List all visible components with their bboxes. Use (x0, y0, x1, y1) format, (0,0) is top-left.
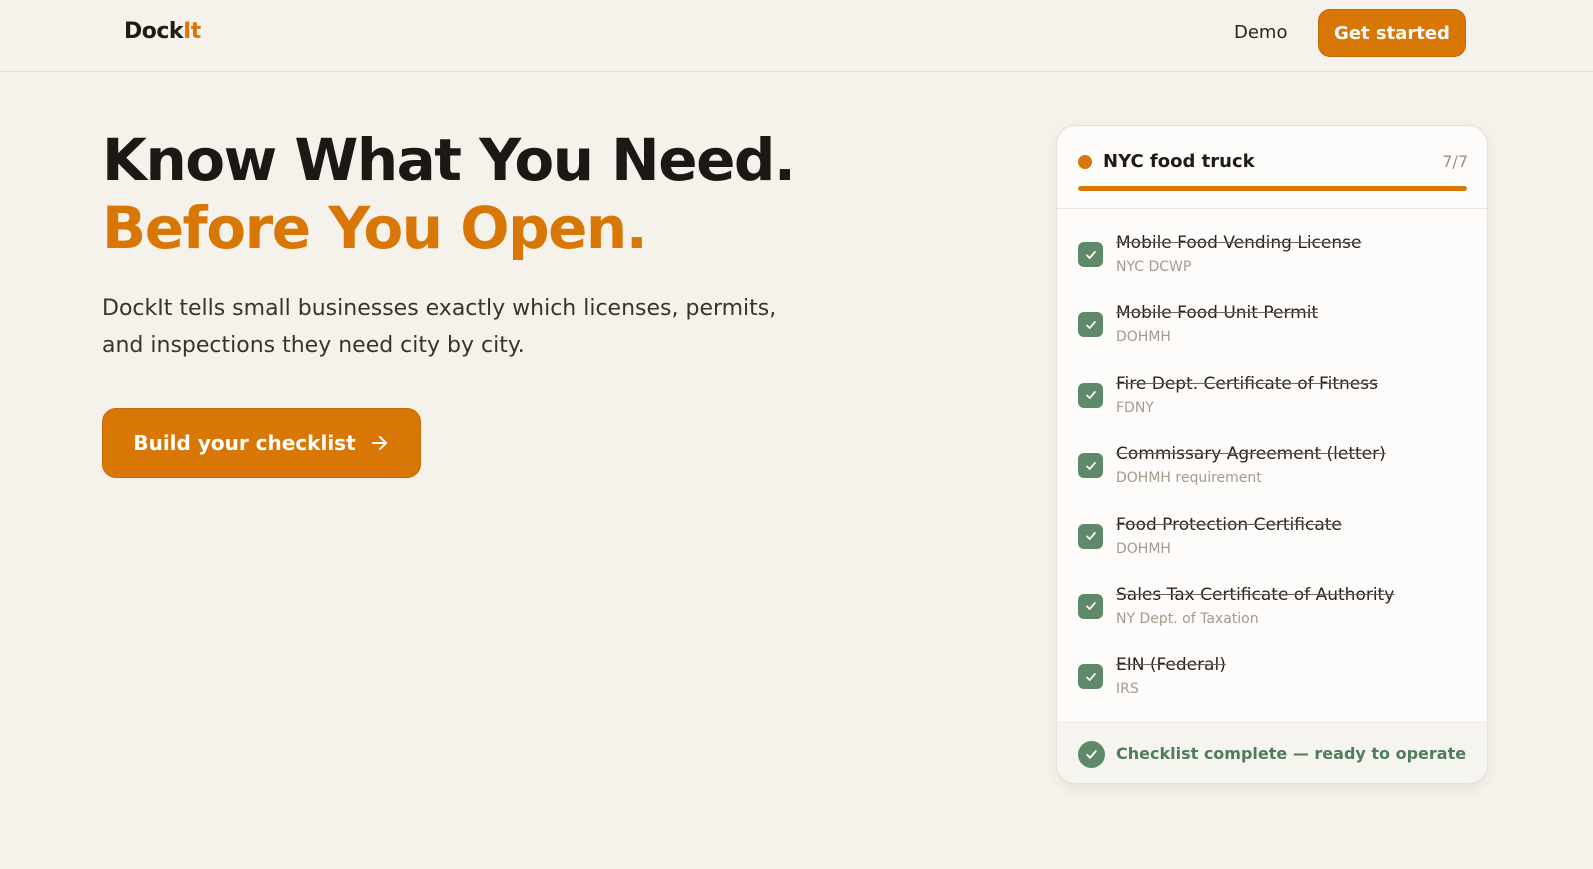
status-dot-icon (1078, 155, 1092, 169)
checkbox-checked-icon[interactable] (1078, 312, 1103, 338)
checklist-item-agency: NY Dept. of Taxation (1116, 610, 1259, 627)
checklist-item-agency: DOHMH (1116, 540, 1171, 557)
checkbox-checked-icon[interactable] (1078, 523, 1103, 549)
get-started-button[interactable]: Get started (1318, 9, 1466, 57)
hero-subtitle: DockIt tells small businesses exactly wh… (102, 296, 777, 358)
checklist-complete-text: Checklist complete — ready to operate (1116, 744, 1467, 763)
checklist-items: Mobile Food Vending License NYC DCWP Mobil… (1057, 209, 1487, 702)
progress-bar-fill (1078, 186, 1467, 191)
checkbox-checked-icon[interactable] (1078, 382, 1103, 408)
checklist-item-label: Commissary Agreement (letter) (1116, 444, 1386, 465)
logo[interactable]: DockIt (124, 19, 201, 44)
complete-check-icon (1078, 741, 1105, 768)
logo-accent: It (183, 19, 201, 44)
checklist-item-agency: FDNY (1116, 399, 1154, 416)
checklist-footer: Checklist complete — ready to operate (1057, 722, 1487, 783)
hero-title-line2: Before You Open. (102, 194, 648, 262)
progress-bar (1078, 186, 1467, 191)
checklist-item[interactable]: Mobile Food Vending License NYC DCWP (1057, 209, 1487, 279)
checklist-item[interactable]: Food Protection Certificate DOHMH (1057, 491, 1487, 561)
checkbox-checked-icon[interactable] (1078, 242, 1103, 267)
checklist-item-agency: DOHMH (1116, 329, 1171, 346)
build-checklist-label: Build your checklist (133, 431, 356, 455)
checklist-item[interactable]: Commissary Agreement (letter) DOHMH requi… (1057, 420, 1487, 490)
checklist-item-label: Fire Dept. Certificate of Fitness (1116, 373, 1378, 394)
checklist-item-agency: DOHMH requirement (1116, 470, 1262, 487)
checklist-item-label: Sales Tax Certificate of Authority (1116, 584, 1395, 605)
checklist-item-label: Mobile Food Vending License (1116, 233, 1362, 253)
checklist-item-label: Food Protection Certificate (1116, 514, 1342, 535)
checklist-card-header: NYC food truck 7/7 (1057, 126, 1487, 209)
checkbox-checked-icon[interactable] (1078, 453, 1103, 479)
checklist-card: NYC food truck 7/7 Mobile Food Vending L… (1056, 125, 1488, 784)
checklist-item-agency: IRS (1116, 681, 1139, 698)
checklist-title: NYC food truck (1103, 151, 1255, 172)
hero-title-line1: Know What You Need. (102, 126, 796, 194)
arrow-right-icon (371, 436, 387, 450)
build-checklist-button[interactable]: Build your checklist (102, 408, 421, 478)
checkbox-checked-icon[interactable] (1078, 664, 1103, 690)
checklist-item-label: Mobile Food Unit Permit (1116, 303, 1319, 324)
checklist-item[interactable]: Sales Tax Certificate of Authority NY Dep… (1057, 561, 1487, 631)
checkbox-checked-icon[interactable] (1078, 593, 1103, 619)
checklist-item[interactable]: EIN (Federal) IRS (1057, 631, 1487, 701)
checklist-item-agency: NYC DCWP (1116, 259, 1192, 275)
checklist-item[interactable]: Mobile Food Unit Permit DOHMH (1057, 279, 1487, 349)
nav-demo-link[interactable]: Demo (1234, 22, 1287, 43)
checklist-count: 7/7 (1442, 152, 1468, 171)
checklist-item[interactable]: Fire Dept. Certificate of Fitness FDNY (1057, 350, 1487, 420)
site-header: DockIt Demo Get started (0, 0, 1593, 72)
logo-main: Dock (124, 19, 184, 44)
hero-title: Know What You Need. Before You Open. (102, 126, 922, 262)
checklist-item-label: EIN (Federal) (1116, 655, 1226, 676)
